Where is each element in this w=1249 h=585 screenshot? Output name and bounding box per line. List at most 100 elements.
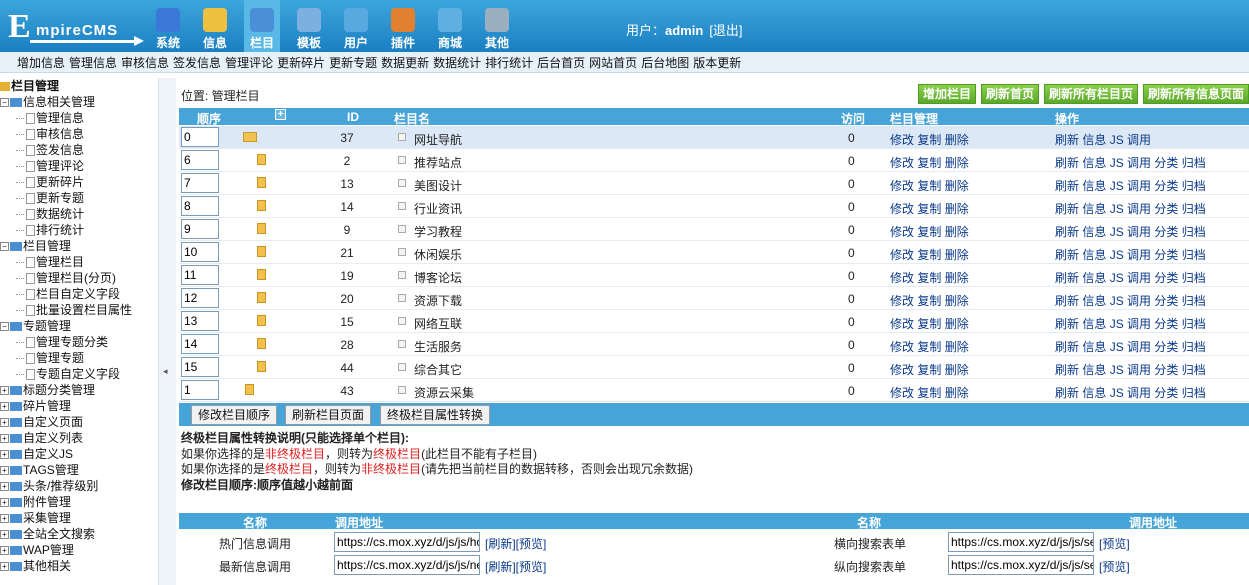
action-link-2[interactable]: JS 调用 (1110, 156, 1151, 170)
category-name-link[interactable]: 综合其它 (414, 361, 462, 378)
quick-link[interactable]: 增加信息 (17, 54, 65, 71)
category-name-link[interactable]: 网址导航 (414, 131, 462, 148)
action-link-2[interactable]: JS 调用 (1110, 179, 1151, 193)
tree-item[interactable]: + TAGS管理 (0, 462, 158, 478)
action-link-0[interactable]: 刷新 (1055, 271, 1079, 285)
tree-item[interactable]: 管理专题分类 (0, 334, 158, 350)
action-link-3[interactable]: 分类 (1154, 225, 1178, 239)
action-link-0[interactable]: 刷新 (1055, 248, 1079, 262)
tree-item[interactable]: 栏目管理 (0, 78, 158, 94)
manage-link-1[interactable]: 复制 (917, 248, 941, 262)
tree-item[interactable]: − 信息相关管理 (0, 94, 158, 110)
menu-item-1[interactable]: 信息 (197, 0, 233, 52)
order-input[interactable] (181, 265, 219, 285)
collapse-icon[interactable]: − (0, 322, 9, 332)
tree-item[interactable]: + 自定义页面 (0, 414, 158, 430)
action-link-1[interactable]: 信息 (1082, 294, 1106, 308)
order-input[interactable] (181, 311, 219, 331)
manage-link-2[interactable]: 删除 (945, 225, 969, 239)
action-link-3[interactable]: 分类 (1154, 271, 1178, 285)
manage-link-0[interactable]: 修改 (890, 202, 914, 216)
action-link-0[interactable]: 刷新 (1055, 225, 1079, 239)
action-link-1[interactable]: 信息 (1082, 363, 1106, 377)
action-link-4[interactable]: 归档 (1182, 225, 1206, 239)
manage-link-2[interactable]: 删除 (945, 363, 969, 377)
quick-link[interactable]: 数据更新 (381, 54, 429, 71)
manage-link-0[interactable]: 修改 (890, 248, 914, 262)
action-link-3[interactable]: 分类 (1154, 248, 1178, 262)
top-button-0[interactable]: 增加栏目 (917, 84, 976, 104)
action-link-4[interactable]: 归档 (1182, 156, 1206, 170)
action-link-3[interactable]: 分类 (1154, 294, 1178, 308)
order-input[interactable] (181, 242, 219, 262)
tree-item[interactable]: 更新专题 (0, 190, 158, 206)
action-link-0[interactable]: 刷新 (1055, 317, 1079, 331)
action-link-4[interactable]: 归档 (1182, 386, 1206, 400)
row-checkbox[interactable] (398, 225, 406, 233)
tree-item[interactable]: + 附件管理 (0, 494, 158, 510)
js-url-field[interactable] (948, 555, 1094, 575)
action-link-2[interactable]: JS 调用 (1110, 294, 1151, 308)
action-link-0[interactable]: 刷新 (1055, 340, 1079, 354)
expand-icon[interactable]: + (0, 466, 9, 476)
js-url-field[interactable] (948, 532, 1094, 552)
expand-icon[interactable]: + (0, 514, 9, 524)
manage-link-0[interactable]: 修改 (890, 179, 914, 193)
top-button-2[interactable]: 刷新所有栏目页 (1043, 84, 1138, 104)
category-name-link[interactable]: 推荐站点 (414, 154, 462, 171)
action-link-0[interactable]: 刷新 (1055, 179, 1079, 193)
category-name-link[interactable]: 休闲娱乐 (414, 246, 462, 263)
category-name-link[interactable]: 博客论坛 (414, 269, 462, 286)
row-checkbox[interactable] (398, 340, 406, 348)
action-link-2[interactable]: JS 调用 (1110, 317, 1151, 331)
action-link-4[interactable]: 归档 (1182, 340, 1206, 354)
js-preview-link[interactable]: [预览] (1099, 558, 1130, 575)
manage-link-2[interactable]: 删除 (945, 156, 969, 170)
empirecms-logo[interactable]: E mpireCMS (6, 8, 144, 46)
collapse-icon[interactable]: − (0, 242, 9, 252)
tree-item[interactable]: + 碎片管理 (0, 398, 158, 414)
row-checkbox[interactable] (398, 248, 406, 256)
tree-item[interactable]: 签发信息 (0, 142, 158, 158)
action-link-2[interactable]: JS 调用 (1110, 202, 1151, 216)
manage-link-2[interactable]: 删除 (945, 317, 969, 331)
row-checkbox[interactable] (398, 363, 406, 371)
action-link-0[interactable]: 刷新 (1055, 294, 1079, 308)
expand-icon[interactable]: + (0, 498, 9, 508)
refresh-category-pages-button[interactable]: 刷新栏目页面 (285, 405, 372, 425)
manage-link-1[interactable]: 复制 (917, 179, 941, 193)
action-link-4[interactable]: 归档 (1182, 202, 1206, 216)
manage-link-0[interactable]: 修改 (890, 386, 914, 400)
quick-link[interactable]: 签发信息 (173, 54, 221, 71)
action-link-2[interactable]: JS 调用 (1110, 386, 1151, 400)
manage-link-1[interactable]: 复制 (917, 156, 941, 170)
tree-item[interactable]: 管理评论 (0, 158, 158, 174)
manage-link-1[interactable]: 复制 (917, 271, 941, 285)
category-name-link[interactable]: 美图设计 (414, 177, 462, 194)
action-link-1[interactable]: 信息 (1082, 248, 1106, 262)
js-preview-link[interactable]: [预览] (1099, 535, 1130, 552)
manage-link-0[interactable]: 修改 (890, 156, 914, 170)
action-link-1[interactable]: 信息 (1082, 133, 1106, 147)
tree-item[interactable]: 管理专题 (0, 350, 158, 366)
manage-link-0[interactable]: 修改 (890, 317, 914, 331)
tree-item[interactable]: 栏目自定义字段 (0, 286, 158, 302)
order-input[interactable] (181, 334, 219, 354)
category-name-link[interactable]: 资源下载 (414, 292, 462, 309)
manage-link-2[interactable]: 删除 (945, 271, 969, 285)
row-checkbox[interactable] (398, 133, 406, 141)
row-checkbox[interactable] (398, 271, 406, 279)
quick-link[interactable]: 管理信息 (69, 54, 117, 71)
order-input[interactable] (181, 127, 219, 147)
action-link-2[interactable]: JS 调用 (1110, 248, 1151, 262)
menu-item-0[interactable]: 系统 (150, 0, 186, 52)
order-input[interactable] (181, 288, 219, 308)
action-link-4[interactable]: 归档 (1182, 271, 1206, 285)
action-link-3[interactable]: 分类 (1154, 156, 1178, 170)
manage-link-2[interactable]: 删除 (945, 248, 969, 262)
manage-link-1[interactable]: 复制 (917, 294, 941, 308)
top-button-3[interactable]: 刷新所有信息页面 (1142, 84, 1249, 104)
manage-link-0[interactable]: 修改 (890, 363, 914, 377)
action-link-0[interactable]: 刷新 (1055, 133, 1079, 147)
js-links[interactable]: [刷新][预览] (485, 558, 546, 575)
